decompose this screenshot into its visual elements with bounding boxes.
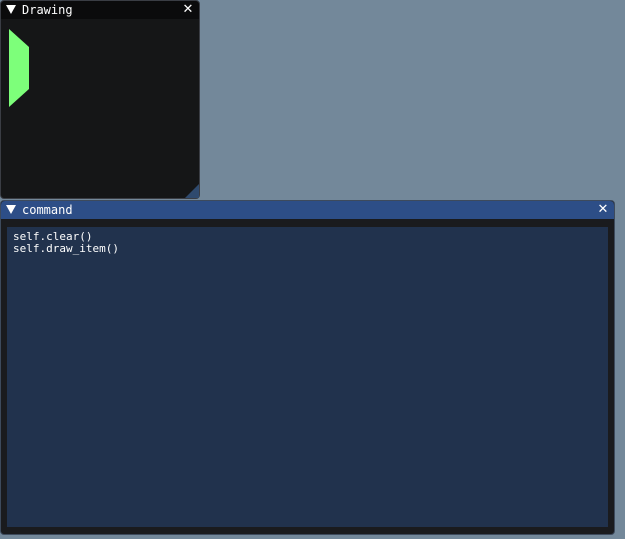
drawing-titlebar[interactable]: Drawing ✕ (1, 1, 199, 19)
command-text-area[interactable]: self.clear() self.draw_item() (7, 227, 608, 527)
command-window-title: command (22, 203, 73, 217)
drawing-window-title: Drawing (22, 3, 73, 17)
collapse-triangle-icon[interactable] (6, 205, 16, 214)
code-line: self.draw_item() (13, 242, 119, 255)
close-icon[interactable]: ✕ (596, 202, 610, 218)
collapse-triangle-icon[interactable] (6, 5, 16, 14)
resize-grip[interactable] (185, 184, 199, 198)
command-titlebar[interactable]: command ✕ (1, 201, 614, 219)
drawing-canvas[interactable] (1, 19, 199, 198)
close-icon[interactable]: ✕ (181, 2, 195, 18)
drawing-window[interactable]: Drawing ✕ (0, 0, 200, 199)
command-window[interactable]: command ✕ self.clear() self.draw_item() (0, 200, 615, 535)
drawing-svg (9, 29, 29, 107)
green-shape (9, 29, 29, 107)
